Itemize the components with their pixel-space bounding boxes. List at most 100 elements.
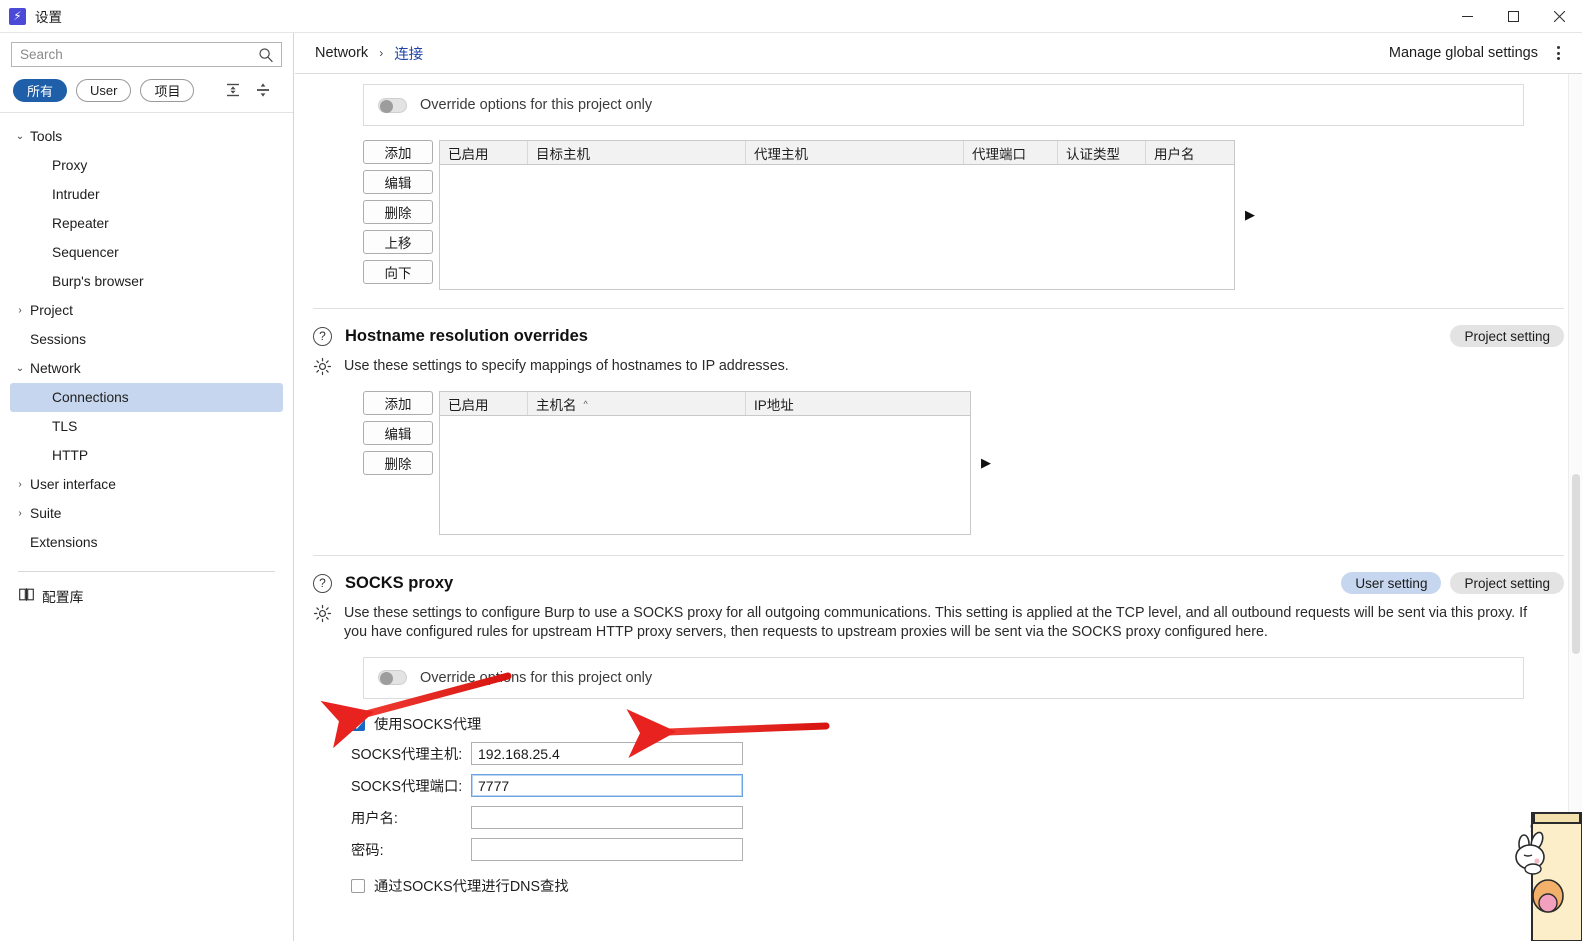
socks-port-label: SOCKS代理端口: — [351, 779, 463, 796]
sidebar-item-sequencer[interactable]: Sequencer — [0, 238, 293, 267]
chevron-right-icon: › — [18, 305, 22, 316]
gear-icon[interactable] — [313, 357, 332, 379]
window-controls — [1444, 0, 1582, 33]
upstream-table-header: 已启用 目标主机 代理主机 代理端口 认证类型 用户名 — [440, 141, 1234, 165]
sidebar-item-sessions[interactable]: Sessions — [0, 325, 293, 354]
sidebar-item-burps-browser[interactable]: Burp's browser — [0, 267, 293, 296]
hostname-edit-button[interactable]: 编辑 — [363, 421, 433, 445]
socks-dns-lookup-row[interactable]: 通过SOCKS代理进行DNS查找 — [351, 873, 1564, 899]
use-socks-proxy-checkbox[interactable] — [351, 716, 365, 731]
upstream-col-username[interactable]: 用户名 — [1146, 141, 1234, 164]
hostname-col-hostname[interactable]: 主机名 ^ — [528, 392, 746, 415]
upstream-col-enabled[interactable]: 已启用 — [440, 141, 528, 164]
sidebar-item-user-interface[interactable]: › User interface — [0, 470, 293, 499]
hostname-col-enabled[interactable]: 已启用 — [440, 392, 528, 415]
upstream-table[interactable]: 已启用 目标主机 代理主机 代理端口 认证类型 用户名 — [439, 140, 1235, 290]
upstream-move-up-button[interactable]: 上移 — [363, 230, 433, 254]
sidebar-item-label: Repeater — [52, 216, 109, 231]
sidebar-item-label: Extensions — [30, 535, 98, 550]
upstream-table-block: 添加 编辑 删除 上移 向下 已启用 目标主机 代理主机 代理端口 认证类型 用… — [363, 140, 1564, 290]
upstream-button-column: 添加 编辑 删除 上移 向下 — [363, 140, 433, 290]
chevron-down-icon: ⌄ — [15, 131, 25, 142]
question-circle-icon[interactable]: ? — [313, 573, 332, 593]
socks-proxy-section: ? SOCKS proxy User setting Project setti… — [295, 572, 1582, 899]
close-button[interactable] — [1536, 0, 1582, 33]
search-box[interactable] — [11, 42, 282, 67]
config-library-link[interactable]: 配置库 — [0, 572, 293, 606]
sidebar-item-http[interactable]: HTTP — [0, 441, 293, 470]
upstream-delete-button[interactable]: 删除 — [363, 200, 433, 224]
search-input[interactable] — [12, 43, 281, 66]
upstream-col-proxy-host[interactable]: 代理主机 — [746, 141, 964, 164]
hostname-delete-button[interactable]: 删除 — [363, 451, 433, 475]
question-circle-icon[interactable]: ? — [313, 326, 332, 346]
upstream-override-toggle[interactable] — [378, 97, 407, 113]
manage-global-settings-button[interactable]: Manage global settings — [1389, 45, 1538, 61]
breadcrumb-current[interactable]: 连接 — [394, 43, 423, 64]
socks-port-row: SOCKS代理端口: — [351, 771, 1564, 801]
sidebar-item-label: Project — [30, 303, 73, 318]
upstream-expand-arrow-icon[interactable]: ▶ — [1239, 140, 1255, 290]
socks-badges: User setting Project setting — [1332, 572, 1564, 594]
socks-username-input[interactable] — [471, 806, 743, 830]
socks-form: 使用SOCKS代理 SOCKS代理主机: SOCKS代理端口: 用户名: 密码:… — [351, 711, 1564, 899]
hostname-add-button[interactable]: 添加 — [363, 391, 433, 415]
collapse-all-icon[interactable] — [221, 78, 245, 102]
upstream-col-auth-type[interactable]: 认证类型 — [1058, 141, 1146, 164]
sidebar-item-network[interactable]: ⌄ Network — [0, 354, 293, 383]
main-vertical-scrollbar[interactable] — [1568, 74, 1582, 941]
socks-port-input[interactable] — [471, 774, 743, 798]
socks-override-label: Override options for this project only — [420, 669, 653, 686]
hostname-col-ip-address[interactable]: IP地址 — [746, 392, 970, 415]
socks-override-toggle[interactable] — [378, 670, 407, 686]
status-badge-project-setting: Project setting — [1450, 572, 1564, 594]
minimize-button[interactable] — [1444, 0, 1490, 33]
gear-icon[interactable] — [313, 604, 332, 643]
expand-all-icon[interactable] — [251, 78, 275, 102]
socks-description-text: Use these settings to configure Burp to … — [344, 605, 1528, 641]
sidebar-item-intruder[interactable]: Intruder — [0, 180, 293, 209]
upstream-col-destination-host[interactable]: 目标主机 — [528, 141, 746, 164]
search-row — [0, 33, 293, 75]
more-options-icon[interactable] — [1546, 41, 1570, 65]
filter-pill-all[interactable]: 所有 — [13, 78, 68, 102]
sidebar-item-label: Burp's browser — [52, 274, 144, 289]
socks-dns-lookup-label: 通过SOCKS代理进行DNS查找 — [374, 879, 569, 896]
upstream-move-down-button[interactable]: 向下 — [363, 260, 433, 284]
upstream-table-body[interactable] — [440, 165, 1234, 285]
settings-sidebar: 所有 User 项目 ⌄ Tools Proxy — [0, 33, 294, 941]
maximize-button[interactable] — [1490, 0, 1536, 33]
sidebar-item-tools[interactable]: ⌄ Tools — [0, 122, 293, 151]
title-bar: ⚡ 设置 — [0, 0, 1582, 33]
sidebar-item-label: Tools — [30, 129, 63, 144]
upstream-add-button[interactable]: 添加 — [363, 140, 433, 164]
sidebar-item-repeater[interactable]: Repeater — [0, 209, 293, 238]
use-socks-proxy-row[interactable]: 使用SOCKS代理 — [351, 711, 1564, 737]
sidebar-item-label: HTTP — [52, 448, 89, 463]
status-badge-project-setting: Project setting — [1450, 325, 1564, 347]
hostname-table[interactable]: 已启用 主机名 ^ IP地址 — [439, 391, 971, 535]
sidebar-item-tls[interactable]: TLS — [0, 412, 293, 441]
sidebar-item-suite[interactable]: › Suite — [0, 499, 293, 528]
socks-dns-lookup-checkbox[interactable] — [351, 878, 365, 893]
sidebar-item-project[interactable]: › Project — [0, 296, 293, 325]
sidebar-item-extensions[interactable]: Extensions — [0, 528, 293, 557]
upstream-col-proxy-port[interactable]: 代理端口 — [964, 141, 1058, 164]
breadcrumb-root[interactable]: Network — [315, 45, 368, 61]
book-icon — [19, 587, 34, 605]
socks-host-input[interactable] — [471, 742, 743, 766]
scrollbar-thumb[interactable] — [1572, 474, 1580, 654]
upstream-override-bar[interactable]: Override options for this project only — [363, 84, 1524, 126]
upstream-edit-button[interactable]: 编辑 — [363, 170, 433, 194]
sidebar-item-proxy[interactable]: Proxy — [0, 151, 293, 180]
socks-password-input[interactable] — [471, 838, 743, 862]
filter-pill-project[interactable]: 项目 — [140, 78, 195, 102]
sidebar-item-connections[interactable]: Connections — [10, 383, 283, 412]
hostname-table-body[interactable] — [440, 416, 970, 534]
burp-logo-icon: ⚡ — [9, 7, 26, 25]
hostname-expand-arrow-icon[interactable]: ▶ — [975, 391, 991, 535]
filter-pill-user[interactable]: User — [76, 78, 132, 102]
socks-username-row: 用户名: — [351, 803, 1564, 833]
socks-override-bar[interactable]: Override options for this project only — [363, 656, 1524, 699]
hostname-section-header: ? Hostname resolution overrides Project … — [313, 325, 1564, 347]
